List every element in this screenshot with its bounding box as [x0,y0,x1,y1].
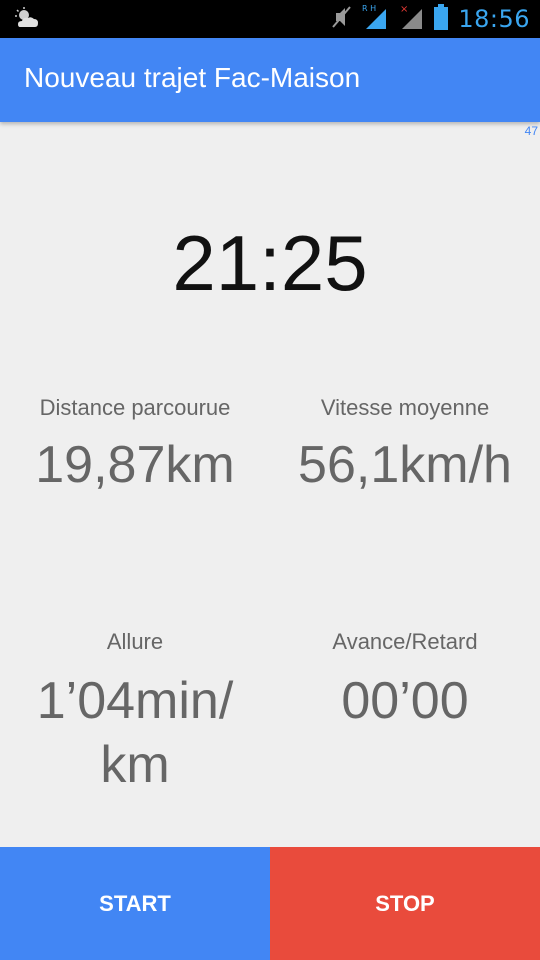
stat-speed: Vitesse moyenne 56,1km/h [270,395,540,497]
svg-text:×: × [400,4,408,15]
speed-label: Vitesse moyenne [320,395,490,420]
status-bar: R H × 18:56 [0,0,540,38]
status-time: 18:56 [458,5,530,33]
distance-label: Distance parcourue [39,395,231,420]
page-title: Nouveau trajet Fac-Maison [24,62,361,93]
delta-value: 00’00 [341,672,469,730]
start-button[interactable]: START [0,847,270,960]
weather-icon [14,7,40,29]
corner-counter: 47 [524,124,538,138]
mute-icon [330,5,352,33]
stop-button-label: STOP [375,890,435,916]
stat-pace: Allure 1’04min/ km [0,629,270,797]
stat-delta: Avance/Retard 00’00 [270,629,540,733]
svg-text:R H: R H [362,4,376,13]
pace-value-line2: km [100,736,170,794]
delta-label: Avance/Retard [332,629,478,654]
start-button-label: START [99,890,171,916]
signal-off-icon: × [400,3,424,35]
stop-button[interactable]: STOP [270,847,540,960]
speed-value: 56,1km/h [298,436,512,494]
battery-icon [434,4,449,34]
signal-rh-icon: R H [362,3,390,35]
pace-value-line1: 1’04min/ [36,672,234,730]
pace-label: Allure [106,629,164,654]
stat-distance: Distance parcourue 19,87km [0,395,270,497]
distance-value: 19,87km [35,436,235,494]
elapsed-timer: 21:25 [172,219,368,307]
app-bar: Nouveau trajet Fac-Maison [0,38,540,122]
